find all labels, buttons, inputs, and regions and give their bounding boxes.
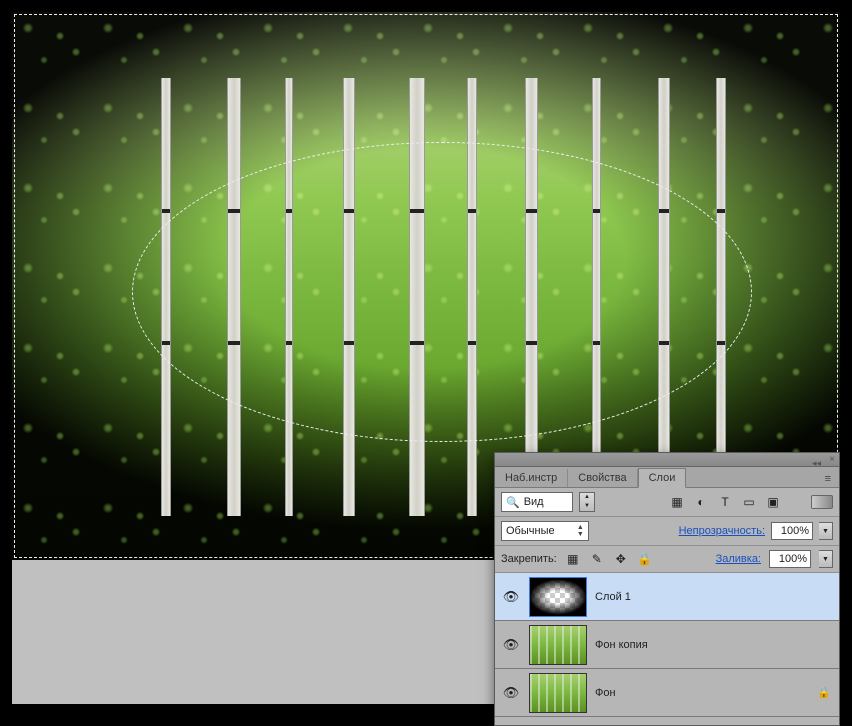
opacity-field[interactable]: 100% bbox=[771, 522, 813, 540]
adjustments-icon[interactable]: ◐ bbox=[693, 494, 709, 510]
filter-kind-label: Вид bbox=[524, 496, 544, 508]
tree-trunk bbox=[285, 78, 293, 516]
tree-trunk bbox=[343, 78, 355, 516]
type-icon[interactable]: T bbox=[717, 494, 733, 510]
smartobject-icon[interactable]: ▣ bbox=[765, 494, 781, 510]
layer-thumbnail[interactable] bbox=[529, 673, 587, 713]
layer-list: 👁 Слой 1 👁 Фон копия 👁 Фон bbox=[495, 573, 839, 717]
visibility-toggle[interactable]: 👁 bbox=[501, 685, 521, 701]
tree-trunk bbox=[409, 78, 425, 516]
panel-menu-icon[interactable]: ≡ bbox=[817, 471, 839, 487]
filter-toggle-icon[interactable] bbox=[811, 495, 833, 509]
tab-strip: Наб.инстр Свойства Слои ≡ bbox=[495, 467, 839, 488]
visibility-toggle[interactable]: 👁 bbox=[501, 637, 521, 653]
tab-layers[interactable]: Слои bbox=[638, 468, 687, 488]
tab-properties[interactable]: Свойства bbox=[568, 469, 637, 487]
lock-pixels-icon[interactable]: ✎ bbox=[589, 551, 605, 567]
search-icon: 🔍 bbox=[506, 496, 520, 509]
lock-position-icon[interactable]: ✥ bbox=[613, 551, 629, 567]
fill-field[interactable]: 100% bbox=[769, 550, 811, 568]
vignette-overlay bbox=[530, 578, 586, 616]
layer-name-label[interactable]: Фон копия bbox=[595, 639, 833, 651]
layer-filter-select[interactable]: 🔍 Вид bbox=[501, 492, 573, 512]
tree-trunk bbox=[467, 78, 477, 516]
image-icon[interactable]: ▦ bbox=[669, 494, 685, 510]
layer-row[interactable]: 👁 Слой 1 bbox=[495, 573, 839, 621]
panel-titlebar[interactable]: ◂◂ × bbox=[495, 453, 839, 467]
tab-toolpresets[interactable]: Наб.инстр bbox=[495, 469, 568, 487]
blend-mode-select[interactable]: Обычные ▲▼ bbox=[501, 521, 589, 541]
blend-row: Обычные ▲▼ Непрозрачность: 100% ▼ bbox=[495, 517, 839, 546]
tree-trunk bbox=[592, 78, 601, 516]
fill-label[interactable]: Заливка: bbox=[716, 553, 761, 565]
layer-thumbnail[interactable] bbox=[529, 625, 587, 665]
opacity-drop-icon[interactable]: ▼ bbox=[819, 522, 833, 540]
fill-drop-icon[interactable]: ▼ bbox=[819, 550, 833, 568]
shape-icon[interactable]: ▭ bbox=[741, 494, 757, 510]
lock-icon: 🔒 bbox=[815, 686, 833, 699]
forest-thumb bbox=[530, 626, 586, 664]
select-arrows-icon: ▲▼ bbox=[577, 524, 584, 538]
layer-name-label[interactable]: Слой 1 bbox=[595, 591, 833, 603]
tree-trunk bbox=[716, 78, 726, 516]
tree-trunk bbox=[161, 78, 171, 516]
forest-thumb bbox=[530, 674, 586, 712]
layer-row[interactable]: 👁 Фон копия bbox=[495, 621, 839, 669]
tree-trunk bbox=[227, 78, 241, 516]
filter-row: 🔍 Вид ▲▼ ▦ ◐ T ▭ ▣ bbox=[495, 488, 839, 517]
layer-thumbnail[interactable] bbox=[529, 577, 587, 617]
layers-panel: ◂◂ × Наб.инстр Свойства Слои ≡ 🔍 Вид ▲▼ … bbox=[494, 452, 840, 726]
filter-stepper[interactable]: ▲▼ bbox=[579, 492, 595, 512]
lock-row: Закрепить: ▦ ✎ ✥ 🔒 Заливка: 100% ▼ bbox=[495, 546, 839, 573]
panel-footer bbox=[495, 717, 839, 725]
close-icon[interactable]: × bbox=[829, 454, 835, 465]
layer-name-label[interactable]: Фон bbox=[595, 687, 807, 699]
lock-transparent-icon[interactable]: ▦ bbox=[565, 551, 581, 567]
tree-trunk bbox=[658, 78, 670, 516]
grip-icon: ◂◂ bbox=[812, 458, 821, 469]
app-frame: ◂◂ × Наб.инстр Свойства Слои ≡ 🔍 Вид ▲▼ … bbox=[12, 12, 840, 704]
visibility-toggle[interactable]: 👁 bbox=[501, 589, 521, 605]
blend-mode-label: Обычные bbox=[506, 525, 555, 537]
lock-icon-group: ▦ ✎ ✥ 🔒 bbox=[565, 551, 653, 567]
lock-label: Закрепить: bbox=[501, 553, 557, 565]
tree-trunk bbox=[525, 78, 538, 516]
lock-all-icon[interactable]: 🔒 bbox=[637, 551, 653, 567]
filter-icons: ▦ ◐ T ▭ ▣ bbox=[669, 494, 781, 510]
layer-row[interactable]: 👁 Фон 🔒 bbox=[495, 669, 839, 717]
opacity-label[interactable]: Непрозрачность: bbox=[679, 525, 765, 537]
